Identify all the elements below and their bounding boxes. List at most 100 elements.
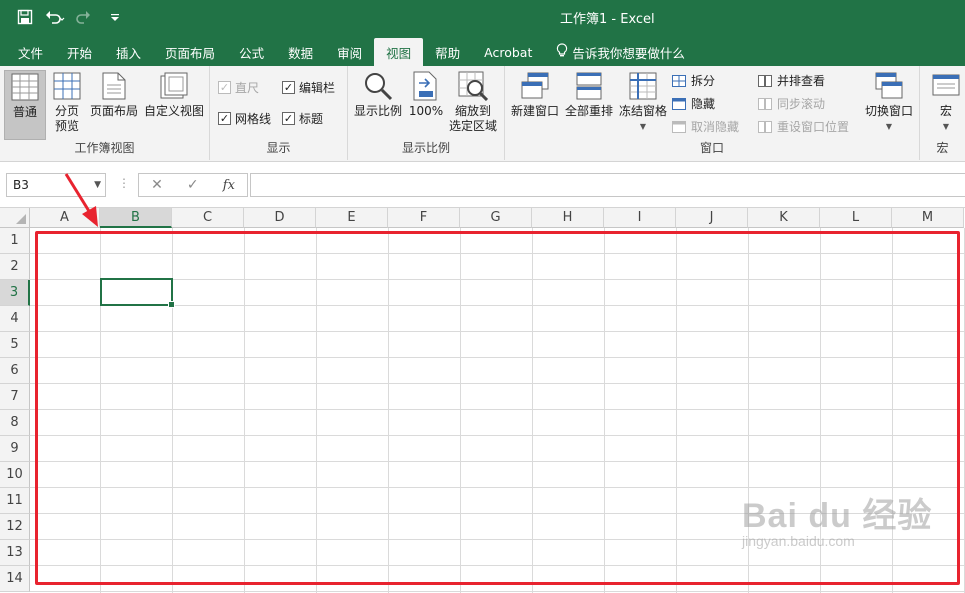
zoom-selection-label-1: 缩放到 <box>454 104 491 118</box>
group-window: 新建窗口 全部重排 冻结窗格 ▼ 拆分 隐藏 取消隐藏 并排查看 同步滚动 重设… <box>505 66 920 160</box>
hide-button[interactable]: 隐藏 <box>671 95 715 112</box>
row-header-13[interactable]: 13 <box>0 540 30 566</box>
row-header-2[interactable]: 2 <box>0 254 30 280</box>
hide-window-icon <box>671 97 687 111</box>
freeze-panes-button[interactable]: 冻结窗格 ▼ <box>617 70 669 134</box>
new-window-icon <box>520 70 550 102</box>
tab-review[interactable]: 审阅 <box>325 38 374 66</box>
window-title: 工作簿1 - Excel <box>560 12 655 27</box>
column-header-d[interactable]: D <box>244 208 316 228</box>
column-header-j[interactable]: J <box>676 208 748 228</box>
chevron-down-icon[interactable]: ▼ <box>94 174 101 196</box>
column-header-c[interactable]: C <box>172 208 244 228</box>
group-zoom: 显示比例 100% 缩放到 选定区域 显示比例 <box>348 66 505 160</box>
save-icon[interactable] <box>14 6 36 28</box>
column-header-g[interactable]: G <box>460 208 532 228</box>
row-header-5[interactable]: 5 <box>0 332 30 358</box>
macros-label: 宏 <box>939 104 952 118</box>
formula-bar-checkbox[interactable]: ✓ 编辑栏 <box>282 79 335 96</box>
column-header-e[interactable]: E <box>316 208 388 228</box>
column-header-k[interactable]: K <box>748 208 820 228</box>
zoom-selection-label-2: 选定区域 <box>448 119 497 133</box>
row-header-4[interactable]: 4 <box>0 306 30 332</box>
page-layout-icon <box>99 70 129 102</box>
column-header-l[interactable]: L <box>820 208 892 228</box>
side-by-side-icon <box>757 74 773 88</box>
tell-me-search[interactable]: 告诉我你想要做什么 <box>544 38 697 66</box>
normal-view-label: 普通 <box>12 105 37 119</box>
page-layout-view-button[interactable]: 页面布局 <box>88 70 140 119</box>
title-bar: 工作簿1 - Excel <box>0 0 965 34</box>
drag-handle-icon[interactable]: ⋮ <box>118 176 130 190</box>
column-header-b[interactable]: B <box>100 208 172 228</box>
tab-help[interactable]: 帮助 <box>423 38 472 66</box>
formula-input[interactable] <box>250 173 965 197</box>
tab-page-layout[interactable]: 页面布局 <box>153 38 227 66</box>
headings-checkbox[interactable]: ✓ 标题 <box>282 110 323 127</box>
tab-acrobat[interactable]: Acrobat <box>472 38 544 66</box>
page-break-preview-button[interactable]: 分页 预览 <box>49 70 85 134</box>
quick-access-toolbar <box>14 6 126 28</box>
gridlines-checkbox[interactable]: ✓ 网格线 <box>218 110 271 127</box>
synchronous-scrolling-button[interactable]: 同步滚动 <box>757 95 825 112</box>
column-header-a[interactable]: A <box>30 208 100 228</box>
arrange-all-button[interactable]: 全部重排 <box>563 70 615 119</box>
row-header-3[interactable]: 3 <box>0 280 30 306</box>
new-window-button[interactable]: 新建窗口 <box>509 70 561 119</box>
row-header-1[interactable]: 1 <box>0 228 30 254</box>
insert-function-button[interactable]: fx <box>223 178 235 193</box>
customize-icon[interactable] <box>104 6 126 28</box>
tab-data[interactable]: 数据 <box>276 38 325 66</box>
row-header-7[interactable]: 7 <box>0 384 30 410</box>
view-side-by-side-button[interactable]: 并排查看 <box>757 72 825 89</box>
unhide-button[interactable]: 取消隐藏 <box>671 118 739 135</box>
undo-icon[interactable] <box>44 6 66 28</box>
row-header-10[interactable]: 10 <box>0 462 30 488</box>
ribbon: 普通 分页 预览 页面布局 自定义视图 工作簿视图 ✓ 直尺 ✓ 编辑栏 ✓ 网… <box>0 66 965 162</box>
redo-icon[interactable] <box>74 6 96 28</box>
sync-scroll-icon <box>757 97 773 111</box>
row-header-11[interactable]: 11 <box>0 488 30 514</box>
reset-window-position-button[interactable]: 重设窗口位置 <box>757 118 849 135</box>
column-header-f[interactable]: F <box>388 208 460 228</box>
switch-windows-label: 切换窗口 <box>864 104 913 118</box>
normal-view-button[interactable]: 普通 <box>4 70 46 140</box>
group-label-show: 显示 <box>266 141 291 155</box>
checkmark-icon: ✓ <box>218 81 231 94</box>
row-header-8[interactable]: 8 <box>0 410 30 436</box>
magnifier-icon <box>363 70 393 102</box>
zoom-button[interactable]: 显示比例 <box>352 70 404 119</box>
custom-views-button[interactable]: 自定义视图 <box>142 70 206 119</box>
column-header-h[interactable]: H <box>532 208 604 228</box>
zoom-selection-icon <box>458 70 488 102</box>
select-all-button[interactable] <box>0 208 30 228</box>
tab-insert[interactable]: 插入 <box>104 38 153 66</box>
split-button[interactable]: 拆分 <box>671 72 715 89</box>
watermark-logo: Bai du 经验 <box>742 497 933 535</box>
macros-button[interactable]: 宏 ▼ <box>928 70 964 134</box>
tab-view[interactable]: 视图 <box>374 38 424 66</box>
enter-icon[interactable]: ✓ <box>187 177 199 193</box>
freeze-panes-icon <box>628 70 658 102</box>
row-header-12[interactable]: 12 <box>0 514 30 540</box>
headings-label: 标题 <box>299 112 324 126</box>
column-header-m[interactable]: M <box>892 208 964 228</box>
unhide-window-icon <box>671 120 687 134</box>
cancel-icon[interactable]: ✕ <box>151 177 163 193</box>
arrange-all-icon <box>574 70 604 102</box>
row-header-9[interactable]: 9 <box>0 436 30 462</box>
row-header-6[interactable]: 6 <box>0 358 30 384</box>
switch-windows-button[interactable]: 切换窗口 ▼ <box>861 70 917 134</box>
ruler-checkbox[interactable]: ✓ 直尺 <box>218 79 259 96</box>
checkmark-icon: ✓ <box>282 81 295 94</box>
baidu-watermark: Bai du 经验 jingyan.baidu.com <box>742 488 932 549</box>
chevron-down-icon: ▼ <box>639 122 647 131</box>
column-header-i[interactable]: I <box>604 208 676 228</box>
row-header-14[interactable]: 14 <box>0 566 30 592</box>
zoom-100-button[interactable]: 100% <box>408 70 444 119</box>
tab-file[interactable]: 文件 <box>6 38 55 66</box>
zoom-to-selection-button[interactable]: 缩放到 选定区域 <box>446 70 500 134</box>
tab-formulas[interactable]: 公式 <box>227 38 276 66</box>
name-box[interactable]: B3 ▼ <box>6 173 106 197</box>
tab-home[interactable]: 开始 <box>55 38 104 66</box>
